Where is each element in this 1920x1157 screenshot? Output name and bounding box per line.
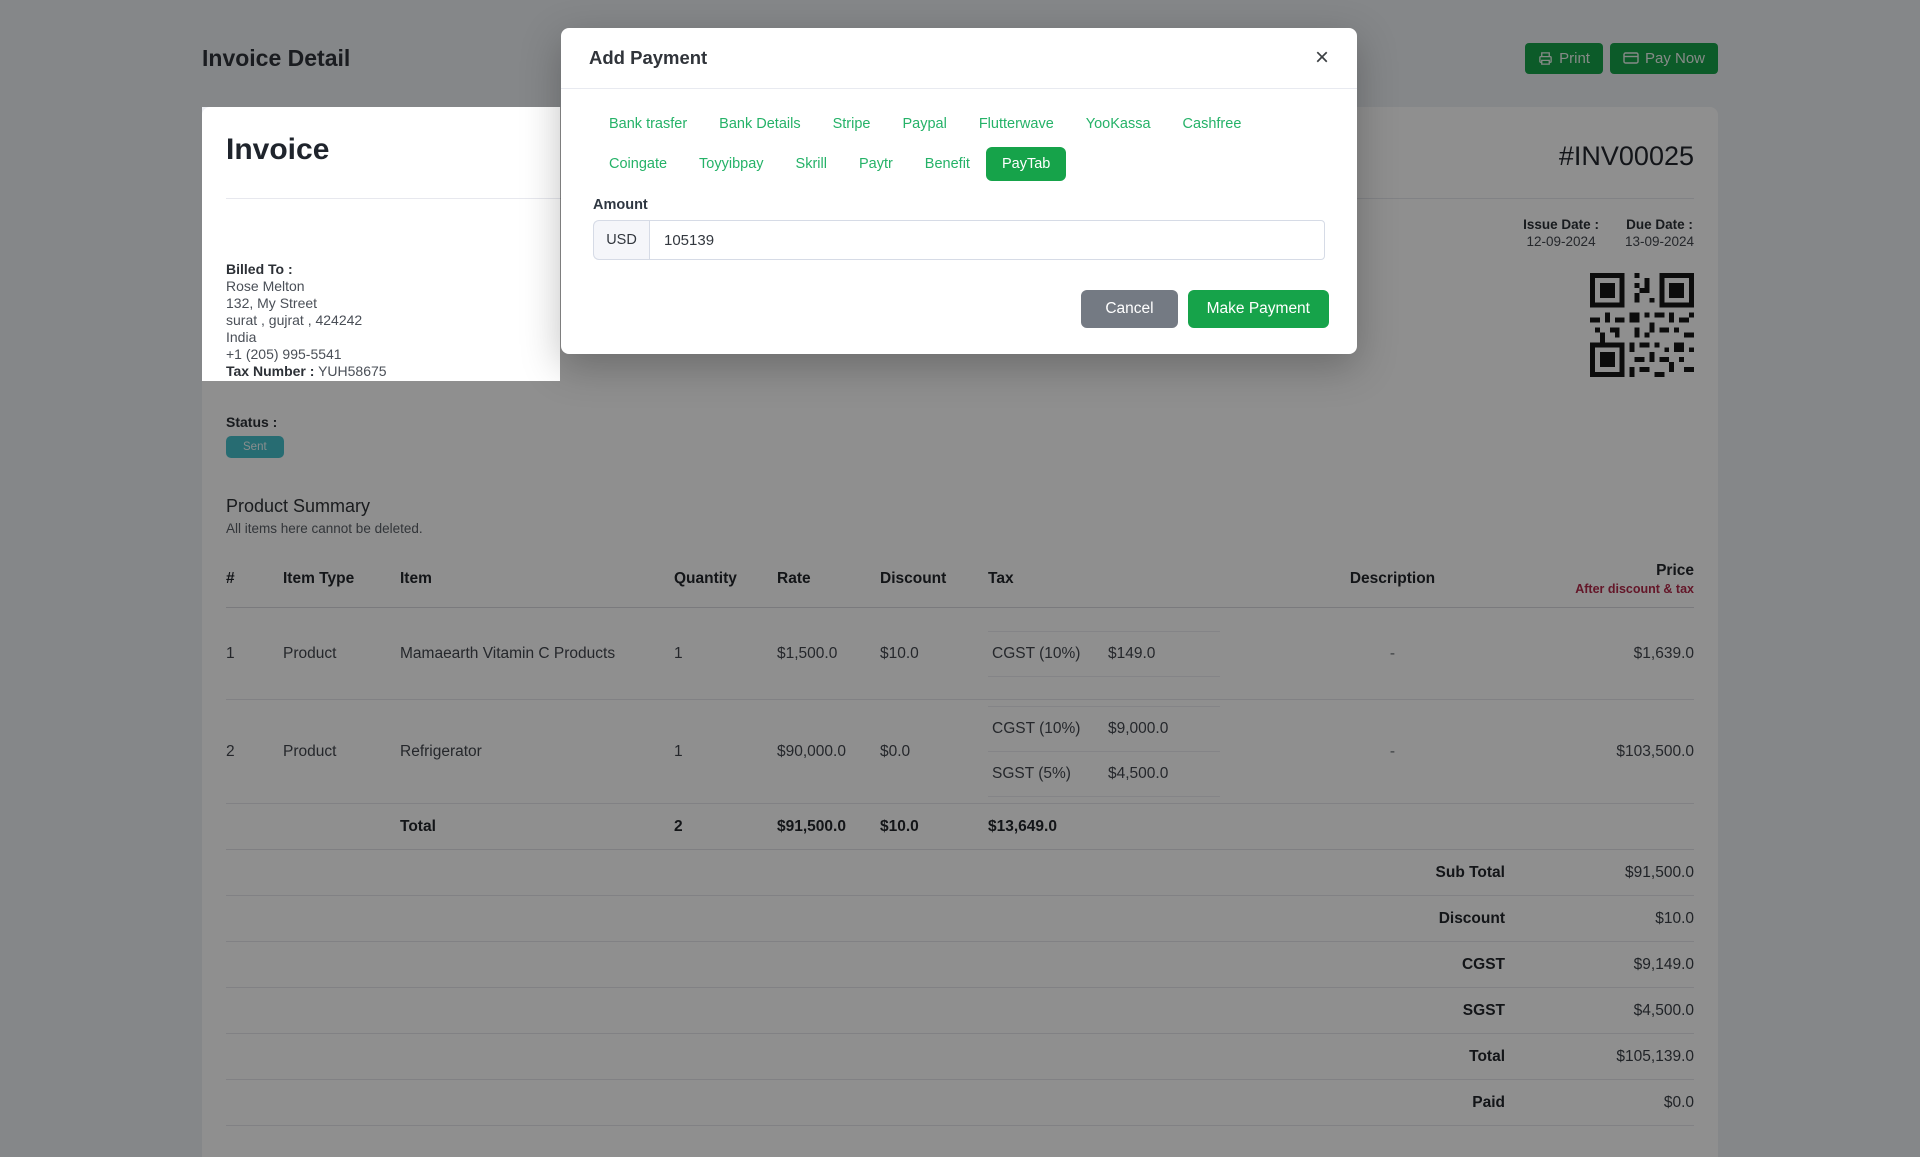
tab-bank-trasfer[interactable]: Bank trasfer — [593, 107, 703, 141]
tab-paypal[interactable]: Paypal — [886, 107, 962, 141]
currency-addon: USD — [593, 220, 649, 260]
tab-yookassa[interactable]: YooKassa — [1070, 107, 1167, 141]
summary-row: SGST$4,500.0 — [226, 988, 1694, 1034]
tax-number-line: Tax Number : YUH58675 — [226, 363, 387, 380]
amount-input[interactable] — [649, 220, 1325, 260]
pay-now-button[interactable]: Pay Now — [1610, 43, 1718, 74]
totals-summary: Sub Total$91,500.0 Discount$10.0 CGST$9,… — [226, 850, 1694, 1126]
add-payment-modal: Add Payment × Bank trasfer Bank Details … — [561, 28, 1357, 354]
tab-benefit[interactable]: Benefit — [909, 147, 986, 181]
col-num: # — [226, 570, 283, 588]
col-discount: Discount — [880, 570, 988, 588]
tax-cell: CGST (10%)$9,000.0 SGST (5%)$4,500.0 — [988, 700, 1220, 803]
amount-label: Amount — [593, 197, 1325, 213]
col-item: Item — [400, 570, 674, 588]
table-row: 1 Product Mamaearth Vitamin C Products 1… — [226, 608, 1694, 700]
payment-method-tabs: Bank trasfer Bank Details Stripe Paypal … — [593, 107, 1325, 181]
summary-row: CGST$9,149.0 — [226, 942, 1694, 988]
cancel-button[interactable]: Cancel — [1081, 290, 1177, 328]
make-payment-button[interactable]: Make Payment — [1188, 290, 1329, 328]
qr-code — [1590, 273, 1694, 377]
items-table-header: # Item Type Item Quantity Rate Discount … — [226, 550, 1694, 608]
printer-icon — [1538, 51, 1553, 66]
billed-to-street: 132, My Street — [226, 295, 387, 312]
page-title: Invoice Detail — [202, 45, 350, 72]
summary-row: Paid$0.0 — [226, 1080, 1694, 1126]
modal-title: Add Payment — [589, 47, 707, 69]
table-total-row: Total 2 $91,500.0 $10.0 $13,649.0 — [226, 804, 1694, 850]
product-summary-title: Product Summary — [226, 496, 1694, 517]
credit-card-icon — [1623, 51, 1639, 65]
billed-to-city: surat , gujrat , 424242 — [226, 312, 387, 329]
status-badge: Sent — [226, 436, 284, 458]
col-rate: Rate — [777, 570, 880, 588]
billed-to-block: Billed To : Rose Melton 132, My Street s… — [226, 261, 387, 380]
col-description: Description — [1220, 570, 1565, 588]
col-tax: Tax — [988, 570, 1220, 588]
col-price: Price After discount & tax — [1565, 562, 1694, 596]
billed-to-phone: +1 (205) 995-5541 — [226, 346, 387, 363]
tab-paytab[interactable]: PayTab — [986, 147, 1066, 181]
due-date-value: 13-09-2024 — [1625, 234, 1694, 249]
billed-to-name: Rose Melton — [226, 278, 387, 295]
close-icon[interactable]: × — [1315, 48, 1329, 68]
dates-block: Issue Date : 12-09-2024 Due Date : 13-09… — [1523, 217, 1694, 249]
tab-skrill[interactable]: Skrill — [780, 147, 843, 181]
tax-cell: CGST (10%)$149.0 — [988, 625, 1220, 683]
issue-date-value: 12-09-2024 — [1523, 234, 1599, 249]
status-label: Status : — [226, 414, 1694, 430]
summary-row: Sub Total$91,500.0 — [226, 850, 1694, 896]
tab-coingate[interactable]: Coingate — [593, 147, 683, 181]
tab-bank-details[interactable]: Bank Details — [703, 107, 816, 141]
tab-flutterwave[interactable]: Flutterwave — [963, 107, 1070, 141]
tab-stripe[interactable]: Stripe — [817, 107, 887, 141]
due-date-label: Due Date : — [1625, 217, 1694, 232]
toolbar: Print Pay Now — [1525, 43, 1718, 74]
invoice-heading: Invoice — [226, 133, 329, 167]
col-quantity: Quantity — [674, 570, 777, 588]
items-table: # Item Type Item Quantity Rate Discount … — [226, 550, 1694, 850]
product-summary-subtitle: All items here cannot be deleted. — [226, 521, 1694, 536]
amount-input-group: USD — [593, 220, 1325, 260]
tab-cashfree[interactable]: Cashfree — [1167, 107, 1258, 141]
tab-paytr[interactable]: Paytr — [843, 147, 909, 181]
print-button[interactable]: Print — [1525, 43, 1603, 74]
tab-toyyibpay[interactable]: Toyyibpay — [683, 147, 779, 181]
col-item-type: Item Type — [283, 570, 400, 588]
invoice-number: #INV00025 — [1559, 133, 1694, 172]
summary-row: Total$105,139.0 — [226, 1034, 1694, 1080]
price-subnote: After discount & tax — [1565, 582, 1694, 596]
billed-to-label: Billed To : — [226, 261, 387, 278]
table-row: 2 Product Refrigerator 1 $90,000.0 $0.0 … — [226, 700, 1694, 804]
summary-row: Discount$10.0 — [226, 896, 1694, 942]
billed-to-country: India — [226, 329, 387, 346]
issue-date-label: Issue Date : — [1523, 217, 1599, 232]
